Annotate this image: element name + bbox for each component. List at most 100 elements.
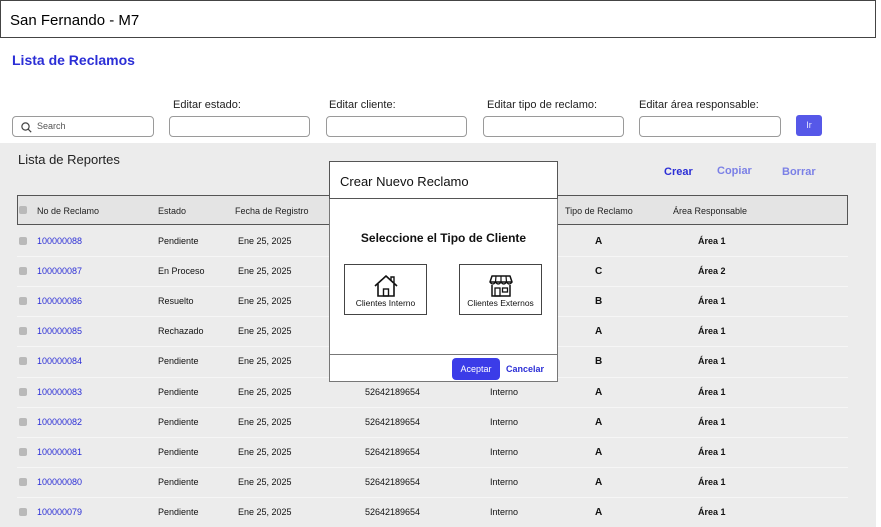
col-no-reclamo: No de Reclamo [37, 206, 100, 216]
claim-number-link[interactable]: 100000088 [37, 236, 82, 246]
row-fecha: Ene 25, 2025 [238, 266, 292, 276]
row-area: Área 1 [698, 356, 726, 366]
row-tipo: B [595, 356, 603, 367]
borrar-button[interactable]: Borrar [782, 166, 816, 178]
row-cliente: Interno [490, 387, 519, 397]
row-area: Área 1 [698, 236, 726, 246]
row-divider [17, 407, 848, 408]
go-button[interactable]: Ir [796, 115, 822, 136]
row-tipo: C [595, 266, 603, 277]
row-area: Área 2 [698, 266, 726, 276]
row-area: Área 1 [698, 387, 726, 397]
col-fecha: Fecha de Registro [235, 206, 309, 216]
estado-label: Editar estado: [173, 99, 241, 111]
row-checkbox[interactable] [19, 448, 27, 456]
row-fecha: Ene 25, 2025 [238, 296, 292, 306]
row-checkbox[interactable] [19, 508, 27, 516]
row-tipo: B [595, 296, 603, 307]
row-tipo: A [595, 236, 603, 247]
row-checkbox[interactable] [19, 418, 27, 426]
row-fecha: Ene 25, 2025 [238, 326, 292, 336]
row-telefono: 52642189654 [365, 387, 421, 397]
app-title: San Fernando - M7 [10, 12, 140, 29]
tipo-input[interactable] [483, 116, 624, 137]
claim-number-link[interactable]: 100000085 [37, 326, 82, 336]
row-checkbox[interactable] [19, 388, 27, 396]
claim-number-link[interactable]: 100000084 [37, 356, 82, 366]
claim-number-link[interactable]: 100000082 [37, 417, 82, 427]
cancel-button[interactable]: Cancelar [506, 364, 544, 374]
row-fecha: Ene 25, 2025 [238, 387, 292, 397]
row-telefono: 52642189654 [365, 417, 421, 427]
accept-button[interactable]: Aceptar [452, 358, 500, 380]
app-title-bar: San Fernando - M7 [0, 0, 876, 38]
row-area: Área 1 [698, 447, 726, 457]
row-estado: Pendiente [158, 356, 199, 366]
row-estado: Pendiente [158, 417, 199, 427]
option-clientes-interno[interactable]: Clientes Interno [344, 264, 427, 315]
search-icon [21, 122, 32, 133]
modal-title: Crear Nuevo Reclamo [340, 174, 469, 189]
row-checkbox[interactable] [19, 478, 27, 486]
row-checkbox[interactable] [19, 357, 27, 365]
row-estado: Pendiente [158, 507, 199, 517]
row-cliente: Interno [490, 477, 519, 487]
row-estado: Pendiente [158, 447, 199, 457]
row-divider [17, 467, 848, 468]
option-label: Clientes Externos [467, 298, 534, 308]
crear-button[interactable]: Crear [664, 166, 693, 178]
search-input[interactable]: Search [12, 116, 154, 137]
claim-number-link[interactable]: 100000080 [37, 477, 82, 487]
option-clientes-externos[interactable]: Clientes Externos [459, 264, 542, 315]
col-estado: Estado [158, 206, 187, 216]
row-area: Área 1 [698, 477, 726, 487]
row-divider [17, 437, 848, 438]
search-placeholder: Search [37, 121, 66, 131]
row-telefono: 52642189654 [365, 477, 421, 487]
row-area: Área 1 [698, 507, 726, 517]
claim-number-link[interactable]: 100000086 [37, 296, 82, 306]
row-cliente: Interno [490, 417, 519, 427]
row-telefono: 52642189654 [365, 447, 421, 457]
row-tipo: A [595, 477, 603, 488]
area-input[interactable] [639, 116, 781, 137]
row-tipo: A [595, 417, 603, 428]
cliente-input[interactable] [326, 116, 467, 137]
row-estado: Rechazado [158, 326, 204, 336]
row-cliente: Interno [490, 507, 519, 517]
row-tipo: A [595, 387, 603, 398]
row-fecha: Ene 25, 2025 [238, 417, 292, 427]
row-tipo: A [595, 447, 603, 458]
row-estado: Resuelto [158, 296, 194, 306]
claim-number-link[interactable]: 100000081 [37, 447, 82, 457]
copiar-button[interactable]: Copiar [717, 165, 752, 177]
claim-number-link[interactable]: 100000087 [37, 266, 82, 276]
reports-title: Lista de Reportes [18, 152, 120, 167]
row-fecha: Ene 25, 2025 [238, 507, 292, 517]
claim-number-link[interactable]: 100000083 [37, 387, 82, 397]
row-area: Área 1 [698, 326, 726, 336]
modal-header: Crear Nuevo Reclamo [329, 161, 558, 199]
row-estado: Pendiente [158, 236, 199, 246]
row-fecha: Ene 25, 2025 [238, 477, 292, 487]
row-telefono: 52642189654 [365, 507, 421, 517]
select-all-checkbox[interactable] [19, 206, 27, 214]
row-checkbox[interactable] [19, 297, 27, 305]
row-fecha: Ene 25, 2025 [238, 447, 292, 457]
option-label: Clientes Interno [355, 298, 416, 308]
claim-number-link[interactable]: 100000079 [37, 507, 82, 517]
row-area: Área 1 [698, 296, 726, 306]
estado-input[interactable] [169, 116, 310, 137]
house-icon [374, 275, 398, 297]
row-estado: En Proceso [158, 266, 205, 276]
row-checkbox[interactable] [19, 267, 27, 275]
row-checkbox[interactable] [19, 237, 27, 245]
row-checkbox[interactable] [19, 327, 27, 335]
cliente-label: Editar cliente: [329, 99, 396, 111]
row-tipo: A [595, 326, 603, 337]
row-cliente: Interno [490, 447, 519, 457]
row-area: Área 1 [698, 417, 726, 427]
row-estado: Pendiente [158, 477, 199, 487]
modal-prompt: Seleccione el Tipo de Cliente [360, 231, 527, 245]
tipo-label: Editar tipo de reclamo: [487, 99, 598, 111]
